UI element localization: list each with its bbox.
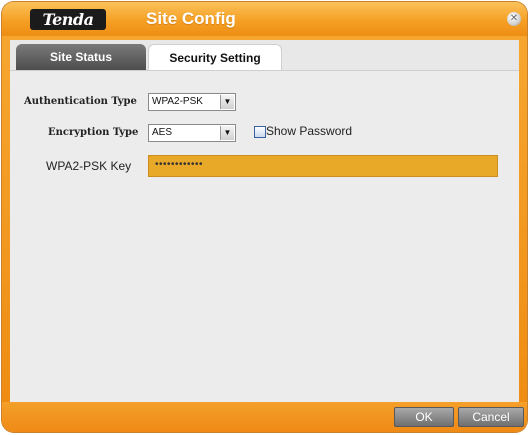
encryption-type-value: AES	[152, 127, 173, 138]
wpa2-psk-key-label: WPA2-PSK Key	[46, 159, 132, 173]
security-settings-panel: Authentication Type WPA2-PSK ▼ Encryptio…	[10, 70, 519, 402]
ok-button[interactable]: OK	[394, 407, 454, 427]
tab-security-setting[interactable]: Security Setting	[148, 44, 282, 71]
authentication-type-label: Authentication Type	[24, 96, 137, 107]
authentication-type-select[interactable]: WPA2-PSK ▼	[148, 93, 236, 111]
title-bar[interactable]: Tenda Site Config ✕	[2, 2, 527, 36]
wpa2-psk-key-input[interactable]: ••••••••••••	[148, 155, 498, 177]
tenda-logo: Tenda	[30, 9, 106, 30]
tab-bar: Site Status Security Setting	[10, 40, 519, 71]
cancel-button[interactable]: Cancel	[458, 407, 524, 427]
tab-site-status[interactable]: Site Status	[16, 44, 146, 70]
chevron-down-icon[interactable]: ▼	[220, 126, 234, 140]
show-password-checkbox[interactable]	[254, 126, 266, 138]
close-icon[interactable]: ✕	[507, 12, 521, 26]
site-config-window: Tenda Site Config ✕ Site Status Security…	[2, 2, 527, 432]
authentication-type-value: WPA2-PSK	[152, 96, 203, 107]
encryption-type-label: Encryption Type	[48, 127, 139, 138]
window-title: Site Config	[146, 9, 236, 28]
wpa2-psk-key-value: ••••••••••••	[155, 159, 204, 170]
show-password-label[interactable]: Show Password	[266, 124, 352, 138]
chevron-down-icon[interactable]: ▼	[220, 95, 234, 109]
encryption-type-select[interactable]: AES ▼	[148, 124, 236, 142]
bottom-bar: OK Cancel	[2, 402, 527, 432]
